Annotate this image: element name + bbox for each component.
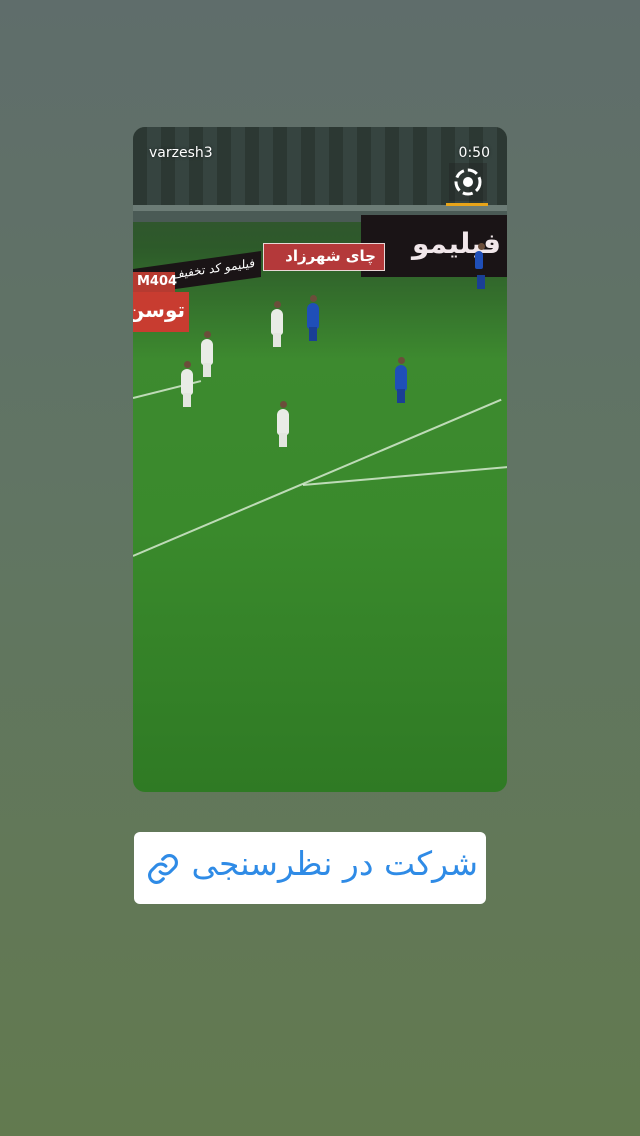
logo-underline [446, 203, 488, 206]
channel-name: varzesh3 [149, 145, 213, 161]
ad-board-shahrzad-text: چای شهرزاد [285, 247, 376, 265]
ad-board-filimo-text: فیلیمو [412, 227, 501, 260]
video-frame[interactable]: فیلیمو چای شهرزاد فیلیمو کد تخفیف M404 ت… [133, 127, 507, 792]
ad-board-tusan-text: توسن [133, 298, 185, 322]
player [181, 361, 193, 407]
player [201, 331, 213, 377]
player [307, 295, 319, 341]
player [277, 401, 289, 447]
player [395, 357, 407, 403]
pitch-line [133, 398, 502, 557]
ad-board-tusan: توسن [133, 292, 189, 332]
link-icon [148, 854, 178, 884]
varzesh3-logo-icon [449, 163, 487, 201]
poll-link-label: شرکت در نظرسنجی [191, 844, 478, 883]
ad-board-m404-text: M404 [137, 274, 178, 289]
video-timer: 0:50 [458, 145, 490, 161]
player [271, 301, 283, 347]
player [475, 243, 485, 289]
ad-board-filimo-small-text: فیلیمو کد تخفیف [172, 255, 255, 282]
poll-link-sticker[interactable]: شرکت در نظرسنجی [134, 832, 486, 904]
ad-board-shahrzad: چای شهرزاد [263, 243, 385, 271]
ad-board-m404: M404 [133, 272, 178, 294]
